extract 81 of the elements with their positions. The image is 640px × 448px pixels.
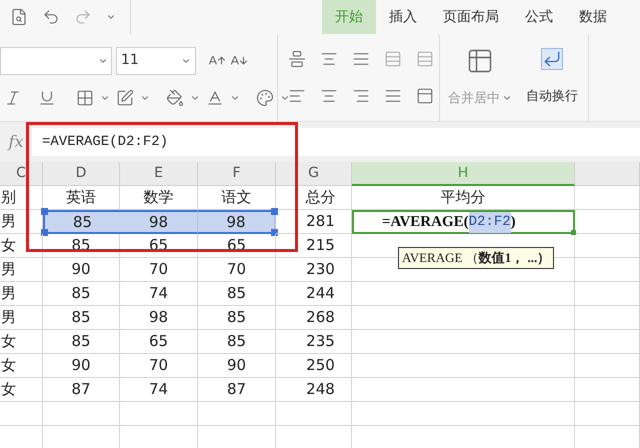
empty-cell: [0, 402, 43, 426]
empty-cell: [575, 306, 640, 330]
table-cell: 281: [276, 210, 352, 234]
table-cell: 98: [198, 210, 276, 234]
empty-cell: [575, 378, 640, 402]
table-cell: 235: [276, 330, 352, 354]
ribbon-tab[interactable]: 页面布局: [430, 0, 512, 34]
font-name-field[interactable]: [0, 46, 112, 75]
wrap-text-icon[interactable]: [541, 48, 563, 70]
empty-cell: [575, 354, 640, 378]
table-cell: 85: [43, 210, 120, 234]
table-cell: 248: [276, 378, 352, 402]
empty-cell: [575, 234, 640, 258]
table-cell: 85: [198, 306, 276, 330]
table-cell: 85: [198, 330, 276, 354]
underline-icon[interactable]: [38, 89, 56, 108]
table-cell: 268: [276, 306, 352, 330]
empty-cell: [575, 186, 640, 210]
document-search-icon[interactable]: [10, 8, 28, 26]
table-cell: 女: [0, 378, 43, 402]
column-header[interactable]: C: [0, 162, 43, 186]
table-cell: 90: [198, 354, 276, 378]
table-cell: 男: [0, 282, 43, 306]
table-cell: 男: [0, 306, 43, 330]
ribbon-tab[interactable]: 公式: [512, 0, 566, 34]
table-cell: 70: [120, 354, 198, 378]
table-cell: 215: [276, 234, 352, 258]
selection-handle[interactable]: [41, 229, 48, 236]
table-cell: 女: [0, 354, 43, 378]
column-header[interactable]: F: [198, 162, 276, 186]
table-cell: 65: [120, 330, 198, 354]
table-cell: 85: [43, 330, 120, 354]
empty-cell: [575, 402, 640, 426]
border-icon[interactable]: [76, 89, 94, 108]
table-cell: 90: [43, 354, 120, 378]
fill-handle[interactable]: [571, 230, 576, 235]
undo-icon[interactable]: [42, 8, 60, 26]
empty-cell: [575, 330, 640, 354]
cell-editor[interactable]: =AVERAGE(D2:F2): [352, 210, 575, 234]
table-cell: 70: [120, 258, 198, 282]
function-tooltip: AVERAGE （数值1， ...）: [398, 247, 554, 268]
wrap-text-button[interactable]: 自动换行: [526, 87, 578, 107]
table-cell: 74: [120, 378, 198, 402]
table-cell: 230: [276, 258, 352, 282]
empty-cell: [575, 282, 640, 306]
table-cell: 74: [120, 282, 198, 306]
table-cell: 男: [0, 258, 43, 282]
palette-icon[interactable]: [256, 89, 274, 108]
formula-field[interactable]: =AVERAGE(D2:F2): [32, 128, 640, 156]
distributed-icon[interactable]: [416, 87, 434, 106]
font-size-field[interactable]: 11: [116, 46, 196, 75]
cell-style-icon[interactable]: [116, 89, 134, 108]
ribbon-tab[interactable]: 数据: [566, 0, 620, 34]
align-top-icon[interactable]: [288, 50, 306, 68]
table-cell: 250: [276, 354, 352, 378]
font-color-icon[interactable]: [206, 89, 224, 108]
table-cell: 女: [0, 330, 43, 354]
selection-handle[interactable]: [271, 208, 278, 215]
ribbon-tab[interactable]: 插入: [376, 0, 430, 34]
table-cell: 244: [276, 282, 352, 306]
table-cell: 87: [43, 378, 120, 402]
column-header[interactable]: E: [120, 162, 198, 186]
table-cell: 98: [120, 210, 198, 234]
table-cell: 85: [43, 306, 120, 330]
table-cell: 70: [198, 258, 276, 282]
table-cell: 98: [120, 306, 198, 330]
selection-handle[interactable]: [41, 208, 48, 215]
table-cell: 平均分: [352, 186, 575, 210]
empty-cell: [575, 258, 640, 282]
table-cell: 85: [43, 282, 120, 306]
fill-color-icon[interactable]: [166, 89, 184, 108]
table-cell: 90: [43, 258, 120, 282]
column-header[interactable]: D: [43, 162, 120, 186]
selection-handle[interactable]: [271, 229, 278, 236]
column-header[interactable]: G: [276, 162, 352, 186]
table-cell: 87: [198, 378, 276, 402]
table-cell: 女: [0, 234, 43, 258]
table-cell: 总分: [276, 186, 352, 210]
empty-cell: [575, 210, 640, 234]
table-cell: 85: [198, 282, 276, 306]
fx-label: fx: [6, 131, 24, 153]
